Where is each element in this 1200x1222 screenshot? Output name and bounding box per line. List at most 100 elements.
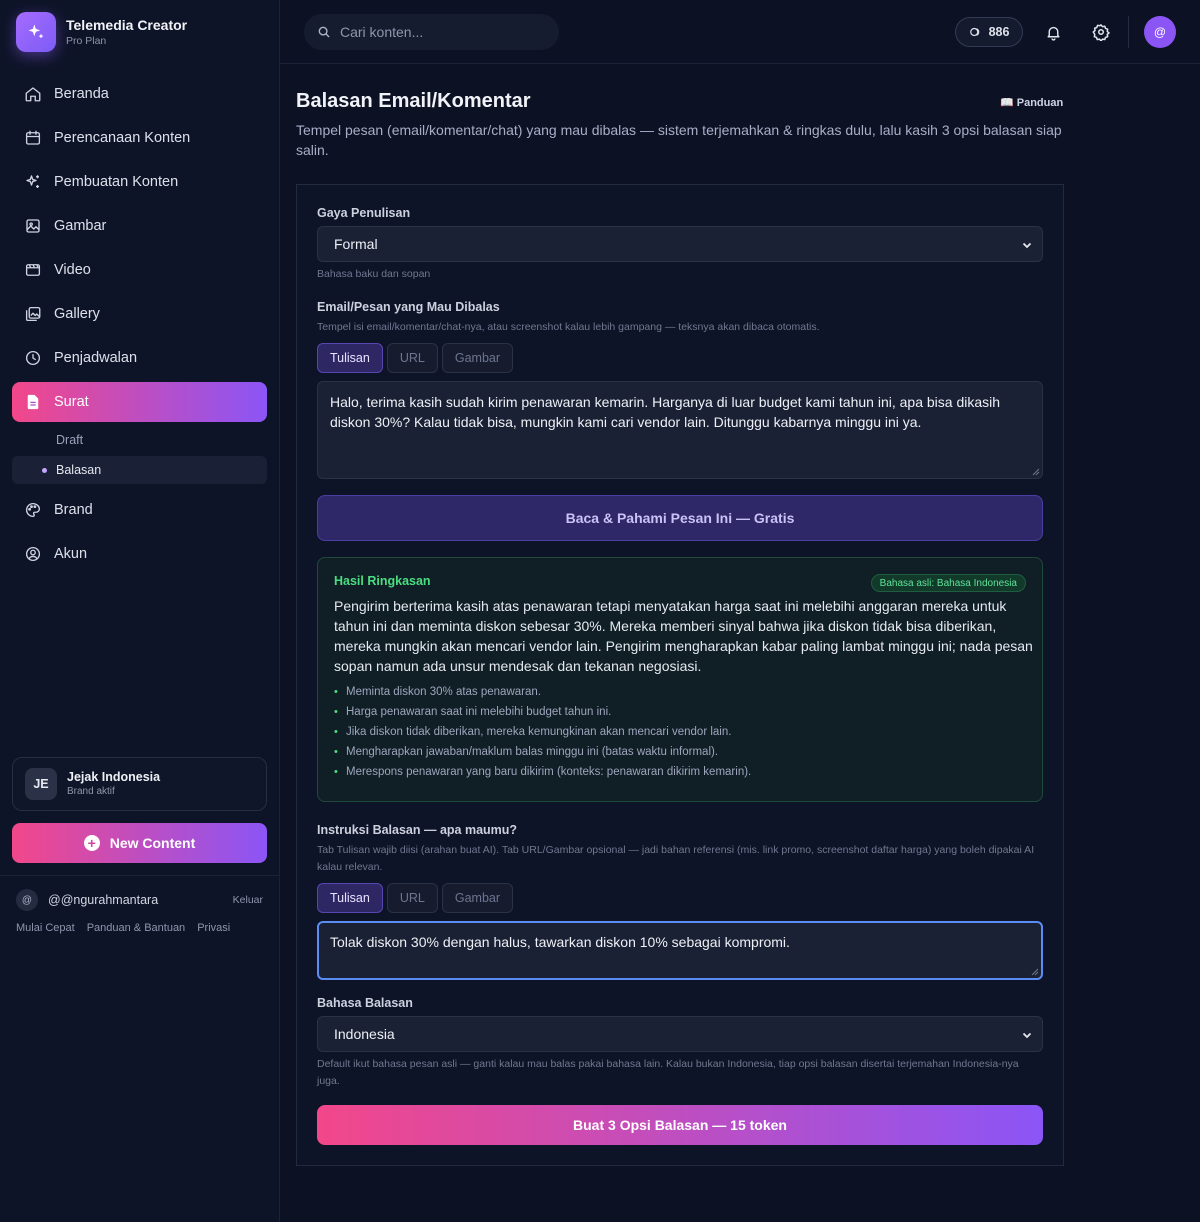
app-name: Telemedia Creator bbox=[66, 17, 188, 33]
tab-gambar[interactable]: Gambar bbox=[441, 883, 514, 913]
resize-handle-icon[interactable] bbox=[1032, 468, 1040, 476]
topbar: 886 @ bbox=[280, 0, 1200, 64]
resize-handle-icon[interactable] bbox=[1031, 968, 1039, 976]
reply-language-label: Bahasa Balasan bbox=[317, 996, 413, 1010]
sidebar-item-label: Video bbox=[54, 262, 91, 278]
active-brand-card[interactable]: JE Jejak Indonesia Brand aktif bbox=[12, 757, 267, 811]
summary-point: Harga penawaran saat ini melebihi budget… bbox=[334, 702, 1026, 722]
chevron-down-icon bbox=[1022, 242, 1032, 249]
user-row: @ @@ngurahmantara Keluar bbox=[16, 888, 263, 912]
user-circle-icon bbox=[25, 546, 41, 562]
sparkles-logo-icon bbox=[16, 12, 56, 52]
message-label: Email/Pesan yang Mau Dibalas bbox=[317, 300, 500, 314]
sidebar-item-gambar[interactable]: Gambar bbox=[12, 206, 267, 246]
sidebar-item-label: Perencanaan Konten bbox=[54, 130, 191, 146]
tab-url[interactable]: URL bbox=[386, 883, 438, 913]
tab-tulisan[interactable]: Tulisan bbox=[317, 883, 383, 913]
page-title: Balasan Email/Komentar bbox=[296, 90, 531, 112]
sidebar-item-label: Gallery bbox=[54, 306, 100, 322]
tab-gambar[interactable]: Gambar bbox=[441, 343, 514, 373]
generate-replies-button[interactable]: Buat 3 Opsi Balasan — 15 token bbox=[317, 1105, 1043, 1145]
sidebar-item-label: Beranda bbox=[54, 86, 109, 102]
footer-link-privasi[interactable]: Privasi bbox=[197, 922, 230, 934]
sidebar-item-akun[interactable]: Akun bbox=[12, 534, 267, 574]
reply-language-select[interactable]: Indonesia bbox=[317, 1016, 1043, 1052]
bell-icon bbox=[1046, 26, 1060, 41]
instruction-hint: Tab Tulisan wajib diisi (arahan buat AI)… bbox=[317, 844, 1035, 873]
message-text: Halo, terima kasih sudah kirim penawaran… bbox=[330, 394, 1001, 430]
summary-point: Merespons penawaran yang baru dikirim (k… bbox=[334, 762, 1026, 782]
sidebar-item-label: Penjadwalan bbox=[54, 350, 138, 366]
sidebar-item-beranda[interactable]: Beranda bbox=[12, 74, 267, 114]
sidebar-item-label: Akun bbox=[54, 546, 88, 562]
active-dot-icon bbox=[42, 467, 47, 473]
palette-icon bbox=[25, 502, 41, 518]
app-logo-block[interactable]: Telemedia Creator Pro Plan bbox=[16, 12, 187, 52]
summary-point: Jika diskon tidak diberikan, mereka kemu… bbox=[334, 722, 1026, 742]
sparkles-icon bbox=[26, 175, 39, 188]
topbar-separator bbox=[1128, 16, 1129, 48]
sidebar-item-surat[interactable]: Surat bbox=[12, 382, 267, 422]
sidebar-item-label: Surat bbox=[54, 394, 89, 410]
sidebar-subitem-label: Balasan bbox=[56, 463, 102, 477]
message-hint: Tempel isi email/komentar/chat-nya, atau… bbox=[317, 321, 820, 333]
sidebar-item-brand[interactable]: Brand bbox=[12, 490, 267, 530]
reply-form-card: Gaya Penulisan Formal Bahasa baku dan so… bbox=[296, 184, 1064, 1166]
sidebar-item-perencanaan-konten[interactable]: Perencanaan Konten bbox=[12, 118, 267, 158]
sidebar-subitem-balasan[interactable]: Balasan bbox=[12, 456, 267, 484]
user-name: @@ngurahmantara bbox=[48, 893, 159, 907]
reply-language-hint: Default ikut bahasa pesan asli — ganti k… bbox=[317, 1058, 1019, 1087]
video-icon bbox=[25, 264, 41, 276]
sidebar-item-gallery[interactable]: Gallery bbox=[12, 294, 267, 334]
sidebar-item-pembuatan-konten[interactable]: Pembuatan Konten bbox=[12, 162, 267, 202]
summary-point: Meminta diskon 30% atas penawaran. bbox=[334, 682, 1026, 702]
logout-link[interactable]: Keluar bbox=[233, 894, 263, 906]
instruction-text: Tolak diskon 30% dengan halus, tawarkan … bbox=[330, 934, 790, 950]
reply-language-value: Indonesia bbox=[334, 1026, 395, 1042]
footer-link-mulai-cepat[interactable]: Mulai Cepat bbox=[16, 922, 75, 934]
new-content-button[interactable]: + New Content bbox=[12, 823, 267, 863]
sidebar-item-label: Gambar bbox=[54, 218, 107, 234]
sidebar-item-video[interactable]: Video bbox=[12, 250, 267, 290]
sidebar-item-label: Pembuatan Konten bbox=[54, 174, 179, 190]
sidebar-item-penjadwalan[interactable]: Penjadwalan bbox=[12, 338, 267, 378]
style-label: Gaya Penulisan bbox=[317, 206, 411, 220]
clock-icon bbox=[25, 350, 41, 366]
brand-avatar: JE bbox=[25, 768, 57, 800]
coins-icon bbox=[969, 27, 979, 37]
summary-text: Pengirim berterima kasih atas penawaran … bbox=[334, 598, 1033, 674]
summary-point: Mengharapkan jawaban/maklum balas minggu… bbox=[334, 742, 1026, 762]
brand-status: Brand aktif bbox=[67, 786, 115, 797]
style-select-value: Formal bbox=[334, 236, 378, 252]
app-plan: Pro Plan bbox=[66, 35, 107, 47]
sidebar: Telemedia Creator Pro Plan Beranda Peren… bbox=[0, 0, 280, 1222]
image-icon bbox=[26, 219, 40, 233]
style-select[interactable]: Formal bbox=[317, 226, 1043, 262]
tab-tulisan[interactable]: Tulisan bbox=[317, 343, 383, 373]
guide-link[interactable]: 📖 Panduan bbox=[1000, 96, 1063, 109]
search-input[interactable] bbox=[340, 24, 540, 40]
read-message-button[interactable]: Baca & Pahami Pesan Ini — Gratis bbox=[317, 495, 1043, 541]
tab-url[interactable]: URL bbox=[386, 343, 438, 373]
notifications-button[interactable] bbox=[1041, 20, 1065, 44]
footer-link-panduan-bantuan[interactable]: Panduan & Bantuan bbox=[87, 922, 185, 934]
instruction-source-tabs: Tulisan URL Gambar bbox=[317, 883, 517, 913]
gallery-icon bbox=[25, 306, 41, 322]
calendar-icon bbox=[25, 130, 41, 145]
summary-panel: Hasil Ringkasan Bahasa asli: Bahasa Indo… bbox=[317, 557, 1043, 802]
footer-links: Mulai Cepat Panduan & Bantuan Privasi bbox=[16, 922, 242, 934]
profile-avatar[interactable]: @ bbox=[1144, 16, 1176, 48]
settings-button[interactable] bbox=[1089, 20, 1113, 44]
user-avatar: @ bbox=[16, 889, 38, 911]
search-bar[interactable] bbox=[304, 14, 559, 50]
sidebar-subitem-draft[interactable]: Draft bbox=[12, 426, 267, 454]
token-balance[interactable]: 886 bbox=[955, 17, 1023, 47]
language-badge: Bahasa asli: Bahasa Indonesia bbox=[870, 574, 1026, 592]
chevron-down-icon bbox=[1022, 1032, 1032, 1039]
sidebar-nav: Beranda Perencanaan Konten Pembuatan Kon… bbox=[12, 74, 267, 578]
message-textarea[interactable]: Halo, terima kasih sudah kirim penawaran… bbox=[317, 381, 1043, 479]
page-description: Tempel pesan (email/komentar/chat) yang … bbox=[296, 122, 1062, 158]
instruction-textarea[interactable]: Tolak diskon 30% dengan halus, tawarkan … bbox=[317, 921, 1043, 980]
sidebar-subitem-label: Draft bbox=[56, 433, 84, 447]
sidebar-divider bbox=[0, 875, 279, 876]
